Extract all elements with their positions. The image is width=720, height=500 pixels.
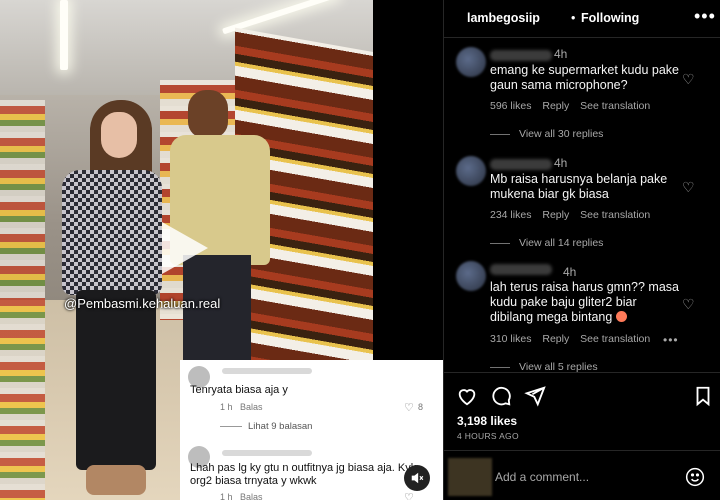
follow-button[interactable]: Following <box>581 11 639 25</box>
overlay-username <box>222 368 312 374</box>
woman-pants <box>76 290 156 470</box>
woman-sandals <box>86 465 146 495</box>
post-media[interactable]: @Pembasmi.kehaluan.real Tenryata biasa a… <box>0 0 443 500</box>
heart-icon[interactable] <box>456 385 478 407</box>
comment-text-body: lah terus raisa harus gmn?? masa kudu pa… <box>490 280 679 324</box>
heart-icon[interactable]: ♡ <box>682 180 696 194</box>
divider <box>490 367 510 368</box>
comment-username[interactable] <box>490 159 552 170</box>
share-icon[interactable] <box>524 385 546 407</box>
overlay-username <box>222 450 312 456</box>
avatar[interactable] <box>456 261 486 291</box>
emoji-icon[interactable] <box>685 467 705 487</box>
bookmark-icon[interactable] <box>692 385 714 407</box>
comment-icon[interactable] <box>490 385 512 407</box>
comment-time: 4h <box>563 265 577 279</box>
post-sidebar: lambegosiip • Following ••• 4h emang ke … <box>443 0 720 500</box>
see-translation-link[interactable]: See translation <box>580 333 650 345</box>
comment-item: 4h lah terus raisa harus gmn?? masa kudu… <box>444 261 720 372</box>
post-time: 4 HOURS AGO <box>457 431 519 441</box>
overlay-comment: Lhah pas lg ky gtu n outfitnya jg biasa … <box>180 440 443 500</box>
overlay-comment: Tenryata biasa aja y 1 h Balas ♡ 8 Lihat… <box>180 360 443 432</box>
comment-likes[interactable]: 234 likes <box>490 209 531 221</box>
view-replies-link[interactable]: View all 14 replies <box>519 237 603 249</box>
comment-text: emang ke supermarket kudu pake gaun sama… <box>490 63 679 92</box>
heart-icon: ♡ <box>404 402 414 414</box>
overlay-comment-time: 1 h <box>220 492 233 500</box>
comment-time: 4h <box>554 156 568 170</box>
comment-likes[interactable]: 310 likes <box>490 333 531 345</box>
comment-text: lah terus raisa harus gmn?? masa kudu pa… <box>490 280 680 325</box>
reply-button[interactable]: Reply <box>542 333 569 345</box>
comment-item: 4h emang ke supermarket kudu pake gaun s… <box>444 39 720 149</box>
emoji-icon <box>615 311 627 322</box>
overlay-comment-text: org2 biasa trnyata y wkwk <box>190 475 317 487</box>
comment-meta: 234 likes Reply See translation <box>490 209 658 221</box>
divider <box>220 426 242 427</box>
post-actions: 3,198 likes 4 HOURS AGO <box>444 372 720 457</box>
heart-icon: ♡ <box>404 492 414 500</box>
divider <box>490 243 510 244</box>
comment-username[interactable] <box>490 264 552 275</box>
comment-likes[interactable]: 596 likes <box>490 100 531 112</box>
post-header: lambegosiip • Following ••• <box>444 0 720 38</box>
overlay-reply-link: Balas <box>240 402 263 412</box>
heart-icon[interactable]: ♡ <box>682 72 696 86</box>
avatar[interactable] <box>456 156 486 186</box>
divider <box>490 134 510 135</box>
overlay-like-count: 8 <box>418 402 424 412</box>
likes-count[interactable]: 3,198 likes <box>457 414 517 428</box>
overlay-comment-text: Lhah pas lg ky gtu n outfitnya jg biasa … <box>190 462 417 474</box>
avatar[interactable] <box>456 47 486 77</box>
more-icon[interactable]: ••• <box>694 6 716 27</box>
comment-item: 4h Mb raisa harusnya belanja pake mukena… <box>444 156 720 266</box>
store-shelf-left <box>0 100 45 500</box>
comment-input[interactable]: Add a comment... <box>495 470 589 484</box>
see-translation-link[interactable]: See translation <box>580 209 650 221</box>
avatar <box>448 458 492 496</box>
comments-list[interactable]: 4h emang ke supermarket kudu pake gaun s… <box>444 39 720 372</box>
separator: • <box>571 11 576 25</box>
comment-text: Mb raisa harusnya belanja pake mukena bi… <box>490 172 668 201</box>
comment-username[interactable] <box>490 50 552 61</box>
comment-time: 4h <box>554 47 568 61</box>
more-icon[interactable]: ••• <box>663 333 679 347</box>
woman-gingham-top <box>62 170 162 295</box>
ceiling-light <box>60 0 68 70</box>
overlay-comment-text: Tenryata biasa aja y <box>190 384 288 396</box>
add-comment-bar: Add a comment... <box>444 450 720 500</box>
woman-face <box>101 112 137 158</box>
comment-meta: 596 likes Reply See translation <box>490 100 658 112</box>
see-translation-link[interactable]: See translation <box>580 100 650 112</box>
overlay-reply-link: Balas <box>240 492 263 500</box>
overlay-view-replies: Lihat 9 balasan <box>248 421 313 432</box>
reply-button[interactable]: Reply <box>542 100 569 112</box>
play-icon[interactable] <box>162 222 208 274</box>
heart-icon[interactable]: ♡ <box>682 297 696 311</box>
view-replies-link[interactable]: View all 30 replies <box>519 128 603 140</box>
overlay-comment-time: 1 h <box>220 402 233 412</box>
man-figure <box>188 90 228 138</box>
view-replies-link[interactable]: View all 5 replies <box>519 361 598 372</box>
reply-button[interactable]: Reply <box>542 209 569 221</box>
post-username[interactable]: lambegosiip <box>467 11 540 25</box>
comment-meta: 310 likes Reply See translation <box>490 333 658 345</box>
video-watermark: @Pembasmi.kehaluan.real <box>64 296 221 311</box>
mute-icon[interactable] <box>404 465 430 491</box>
